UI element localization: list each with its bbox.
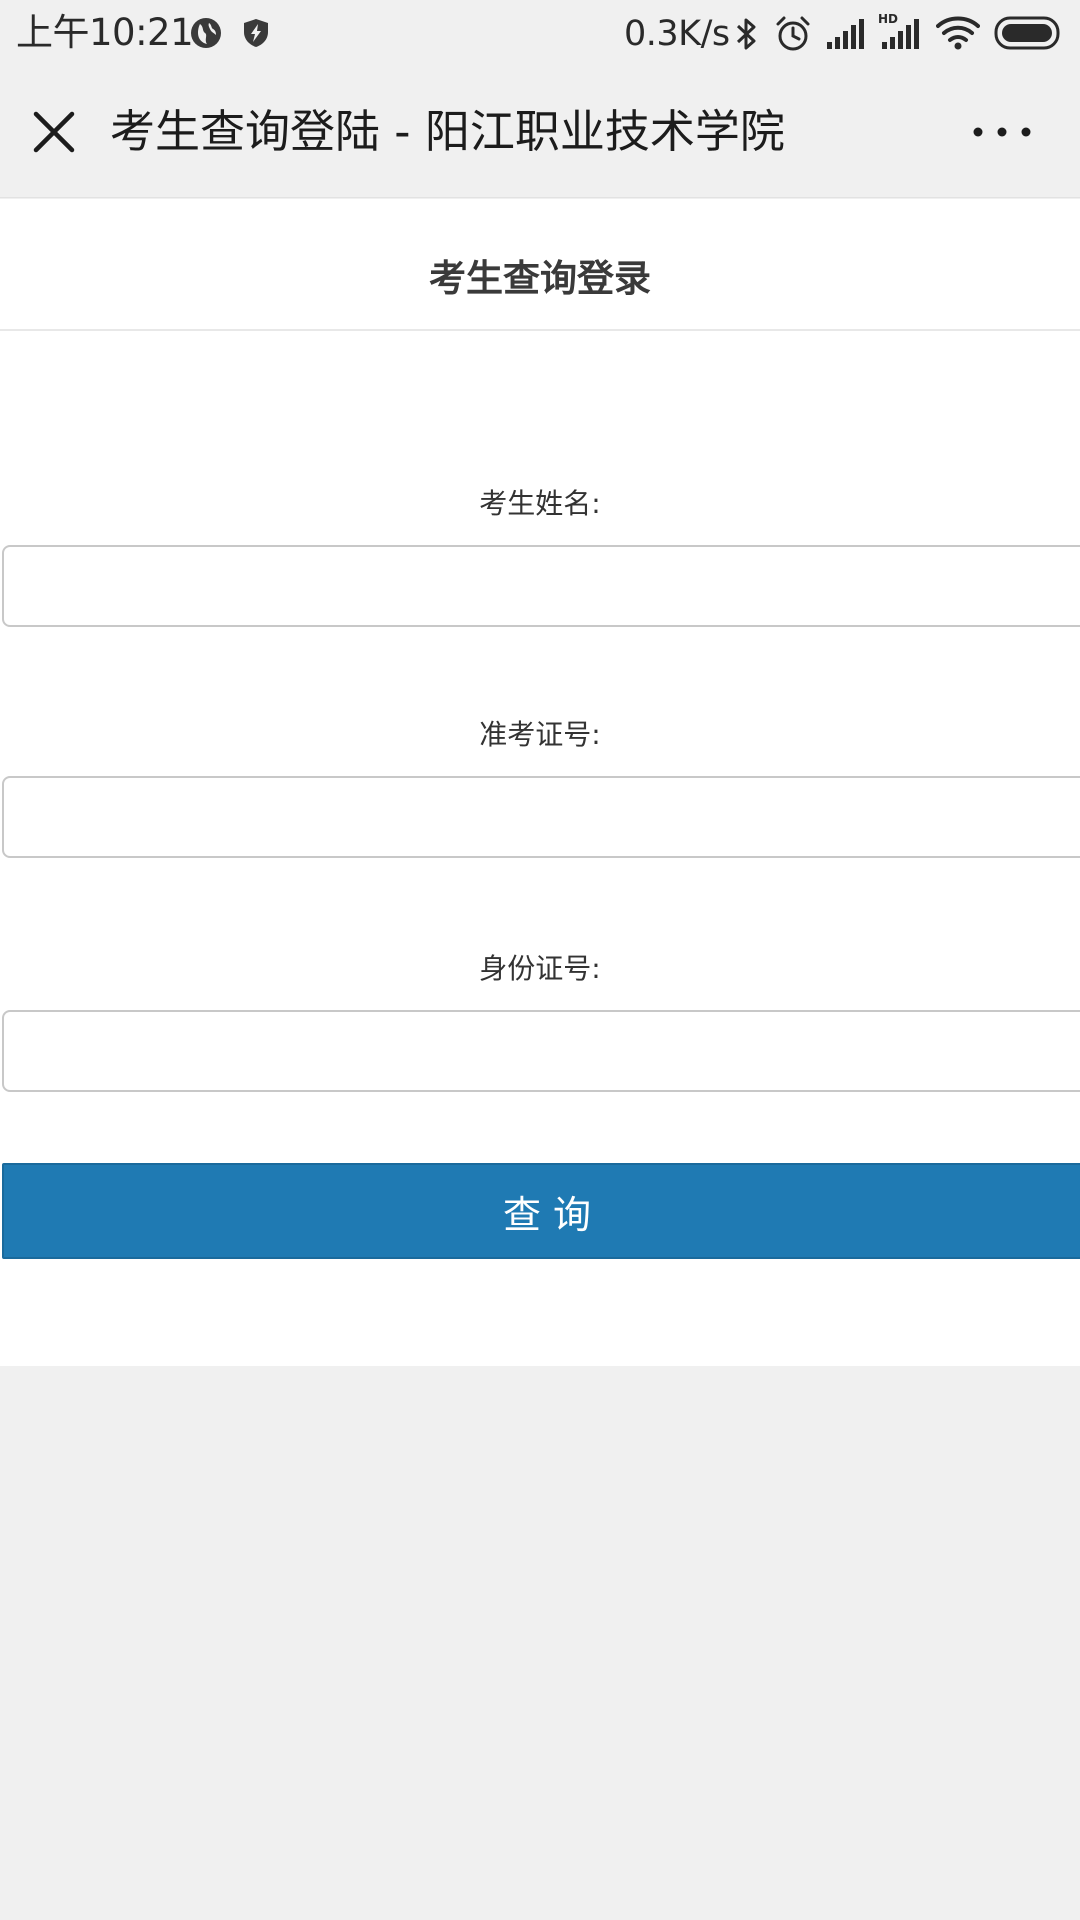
name-label: 考生姓名: bbox=[479, 487, 601, 520]
wifi-icon bbox=[936, 16, 980, 50]
login-form-card: 考生查询登录 考生姓名: 准考证号: 身份证号: 查询 bbox=[0, 199, 1080, 1366]
status-bar: 上午10:21 0.3K/s HD bbox=[0, 0, 1080, 66]
shield-bolt-icon bbox=[244, 19, 268, 47]
close-icon[interactable] bbox=[26, 104, 82, 160]
battery-icon bbox=[994, 16, 1060, 50]
query-button[interactable]: 查询 bbox=[2, 1163, 1080, 1259]
form-heading: 考生查询登录 bbox=[0, 199, 1080, 331]
hd-signal-icon: HD bbox=[878, 12, 919, 49]
id-number-label: 身份证号: bbox=[479, 952, 601, 985]
globe-icon bbox=[191, 18, 221, 48]
id-number-input[interactable] bbox=[2, 1010, 1080, 1092]
bluetooth-icon bbox=[736, 18, 756, 50]
name-input[interactable] bbox=[2, 545, 1080, 627]
page-title: 考生查询登陆 - 阳江职业技术学院 bbox=[110, 105, 785, 158]
exam-number-label: 准考证号: bbox=[479, 718, 601, 751]
signal-icon bbox=[827, 19, 864, 49]
more-icon[interactable] bbox=[964, 104, 1040, 160]
status-time: 上午10:21 bbox=[16, 11, 194, 54]
hd-label: HD bbox=[878, 12, 898, 26]
exam-number-input[interactable] bbox=[2, 776, 1080, 858]
title-bar: 考生查询登陆 - 阳江职业技术学院 bbox=[0, 66, 1080, 198]
alarm-icon bbox=[776, 16, 810, 51]
network-speed: 0.3K/s bbox=[624, 14, 730, 54]
